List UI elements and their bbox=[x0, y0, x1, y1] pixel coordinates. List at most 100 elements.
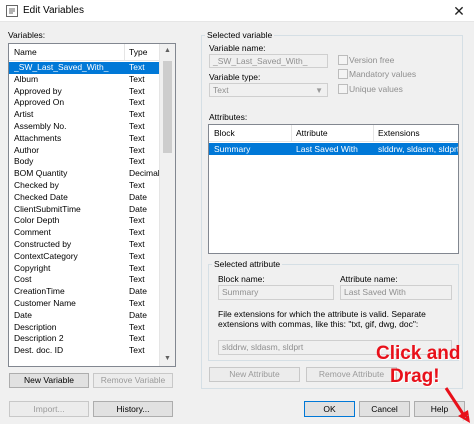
variable-name-cell: Customer Name bbox=[14, 298, 76, 308]
list-item[interactable]: ContextCategory Text bbox=[9, 251, 159, 263]
variable-type-cell: Date bbox=[129, 286, 147, 297]
list-item[interactable]: Approved On Text bbox=[9, 97, 159, 109]
variable-name-cell: Date bbox=[14, 309, 32, 320]
list-item[interactable]: BOM Quantity Decimal n... bbox=[9, 168, 159, 180]
variable-type-cell: Text bbox=[129, 156, 145, 167]
variable-name-cell: Comment bbox=[14, 227, 51, 238]
variable-name-cell: CreationTime bbox=[14, 286, 65, 297]
list-item[interactable]: Checked Date Date bbox=[9, 192, 159, 204]
variable-name-field[interactable]: _SW_Last_Saved_With_ bbox=[209, 54, 328, 68]
variable-type-cell: Text bbox=[129, 333, 145, 344]
attributes-label: Attributes: bbox=[209, 112, 248, 122]
list-item[interactable]: Date Date bbox=[9, 310, 159, 322]
attributes-list[interactable]: Block Attribute Extensions Summary Last S… bbox=[208, 124, 459, 254]
version-free-checkbox[interactable] bbox=[338, 55, 348, 65]
new-attribute-button[interactable]: New Attribute bbox=[209, 367, 300, 382]
remove-attribute-button[interactable]: Remove Attribute bbox=[306, 367, 397, 382]
import-button[interactable]: Import... bbox=[9, 401, 89, 417]
variable-name-cell: Cost bbox=[14, 274, 32, 285]
variable-type-cell: Text bbox=[129, 321, 145, 332]
column-header-type[interactable]: Type bbox=[129, 47, 147, 57]
unique-values-checkbox[interactable] bbox=[338, 84, 348, 94]
column-header-name[interactable]: Name bbox=[14, 47, 37, 57]
variable-type-cell: Text bbox=[129, 144, 145, 155]
version-free-label: Version free bbox=[349, 55, 395, 65]
column-header-attribute[interactable]: Attribute bbox=[296, 128, 328, 138]
ok-button[interactable]: OK bbox=[304, 401, 355, 417]
scrollbar-thumb[interactable] bbox=[163, 61, 172, 153]
variable-type-cell: Text bbox=[129, 109, 145, 120]
edit-variables-app-icon bbox=[6, 5, 18, 17]
scroll-up-icon[interactable]: ▲ bbox=[164, 47, 171, 54]
attribute-name-label: Attribute name: bbox=[340, 274, 398, 284]
variable-name-cell: _SW_Last_Saved_With_ bbox=[14, 62, 109, 72]
variables-list[interactable]: Name Type _SW_Last_Saved_With_ Text Album T… bbox=[8, 43, 176, 367]
list-item[interactable]: Dest. doc. ID Text bbox=[9, 345, 159, 357]
selected-attribute-group-label: Selected attribute bbox=[212, 259, 283, 269]
variable-name-cell: Album bbox=[14, 73, 39, 84]
variable-type-value: Text bbox=[213, 85, 229, 95]
list-item[interactable]: _SW_Last_Saved_With_ Text bbox=[9, 62, 159, 74]
attribute-attribute-cell: Last Saved With bbox=[296, 144, 358, 154]
variable-type-cell: Text bbox=[129, 180, 145, 190]
list-item[interactable]: Album Text bbox=[9, 74, 159, 86]
list-item[interactable]: CreationTime Date bbox=[9, 286, 159, 298]
variable-type-label: Variable type: bbox=[209, 72, 261, 82]
resize-grip-icon[interactable]: ⋰ bbox=[462, 414, 472, 423]
list-item[interactable]: Artist Text bbox=[9, 109, 159, 121]
mandatory-values-label: Mandatory values bbox=[349, 69, 417, 79]
list-item[interactable]: Description 2 Text bbox=[9, 333, 159, 345]
list-item[interactable]: Copyright Text bbox=[9, 263, 159, 275]
list-item[interactable]: Author Text bbox=[9, 145, 159, 157]
list-item[interactable]: Assembly No. Text bbox=[9, 121, 159, 133]
variable-type-cell: Text bbox=[129, 85, 145, 96]
column-header-block[interactable]: Block bbox=[214, 128, 235, 138]
list-item[interactable]: Comment Text bbox=[9, 227, 159, 239]
variable-type-cell: Text bbox=[129, 262, 145, 273]
list-item[interactable]: Color Depth Text bbox=[9, 215, 159, 227]
variable-name-cell: Description 2 bbox=[14, 333, 64, 344]
variables-label: Variables: bbox=[8, 30, 46, 40]
attribute-name-field[interactable]: Last Saved With bbox=[340, 285, 452, 300]
attribute-extensions-cell: slddrw, sldasm, sldprt bbox=[378, 144, 458, 154]
variable-type-cell: Date bbox=[129, 203, 147, 214]
variable-name-cell: BOM Quantity bbox=[14, 168, 68, 179]
column-header-extensions[interactable]: Extensions bbox=[378, 128, 420, 138]
history-button[interactable]: History... bbox=[93, 401, 173, 417]
list-item[interactable]: Customer Name Text bbox=[9, 298, 159, 310]
annotation-text-line2: Drag! bbox=[390, 366, 440, 387]
variable-type-cell: Text bbox=[129, 73, 145, 84]
list-item[interactable]: Attachments Text bbox=[9, 133, 159, 145]
block-name-label: Block name: bbox=[218, 274, 265, 284]
list-item[interactable]: Body Text bbox=[9, 156, 159, 168]
variable-type-cell: Decimal n... bbox=[129, 168, 159, 179]
variable-name-cell: Approved On bbox=[14, 97, 65, 108]
variable-name-cell: Dest. doc. ID bbox=[14, 345, 64, 356]
variable-type-cell: Text bbox=[129, 215, 145, 226]
list-item[interactable]: Approved by Text bbox=[9, 86, 159, 98]
variable-name-cell: Artist bbox=[14, 109, 34, 120]
variables-scrollbar[interactable]: ▲ ▼ bbox=[159, 44, 175, 366]
block-name-field[interactable]: Summary bbox=[218, 285, 334, 300]
list-item[interactable]: Constructed by Text bbox=[9, 239, 159, 251]
mandatory-values-checkbox[interactable] bbox=[338, 69, 348, 79]
list-item[interactable]: Description Text bbox=[9, 322, 159, 334]
variable-name-cell: Author bbox=[14, 144, 40, 155]
variable-type-cell: Text bbox=[129, 97, 145, 108]
cancel-button[interactable]: Cancel bbox=[359, 401, 410, 417]
variable-type-cell: Text bbox=[129, 298, 145, 308]
attributes-rows: Summary Last Saved With slddrw, sldasm, sl… bbox=[209, 142, 458, 252]
variable-name-cell: ClientSubmitTime bbox=[14, 203, 81, 214]
table-row[interactable]: Summary Last Saved With slddrw, sldasm, sl… bbox=[209, 143, 458, 155]
scroll-down-icon[interactable]: ▼ bbox=[164, 355, 171, 362]
remove-variable-button[interactable]: Remove Variable bbox=[93, 373, 173, 388]
list-item[interactable]: Checked by Text bbox=[9, 180, 159, 192]
variable-name-cell: Attachments bbox=[14, 132, 62, 143]
new-variable-button[interactable]: New Variable bbox=[9, 373, 89, 388]
variable-type-select[interactable]: Text ▼ bbox=[209, 83, 328, 97]
unique-values-label: Unique values bbox=[349, 84, 403, 94]
list-item[interactable]: ClientSubmitTime Date bbox=[9, 204, 159, 216]
variable-name-label: Variable name: bbox=[209, 43, 266, 53]
close-icon[interactable]: ✕ bbox=[448, 2, 470, 20]
list-item[interactable]: Cost Text bbox=[9, 274, 159, 286]
